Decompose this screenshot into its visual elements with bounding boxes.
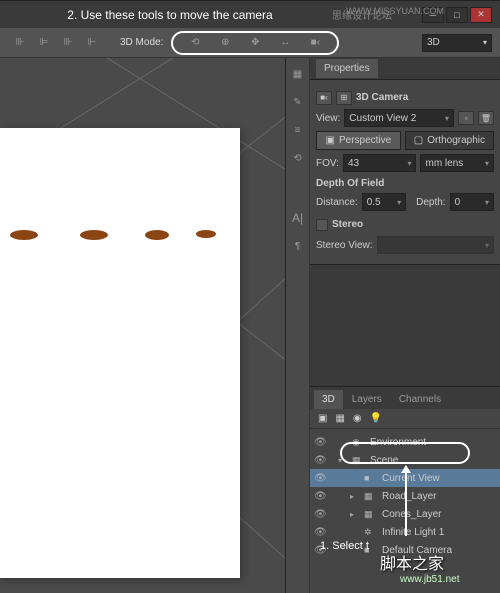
history-icon[interactable]: ⟲ xyxy=(288,150,308,166)
filter-mesh-icon[interactable]: ▦ xyxy=(335,413,344,424)
dof-header: Depth Of Field xyxy=(316,178,494,189)
zoom-icon[interactable]: ■‹ xyxy=(305,35,325,51)
stereo-checkbox[interactable] xyxy=(316,219,328,231)
distribute-icon[interactable]: ⊩ xyxy=(82,35,102,51)
orbit-icon[interactable]: ⟲ xyxy=(185,35,205,51)
maximize-button[interactable]: □ xyxy=(446,7,468,23)
lower-panel-tabs: 3D Layers Channels xyxy=(310,387,500,409)
swatches-icon[interactable]: ▦ xyxy=(288,66,308,82)
watermark-url-top: WWW.MISSYUAN.COM xyxy=(346,6,444,16)
align-center-icon[interactable]: ⊫ xyxy=(34,35,54,51)
orthographic-button[interactable]: ▢Orthographic xyxy=(405,131,494,150)
canvas[interactable] xyxy=(0,58,286,593)
tab-3d[interactable]: 3D xyxy=(314,390,343,409)
watermark-main: 脚本之家 xyxy=(380,550,444,574)
cone-2 xyxy=(80,230,108,240)
tree-item[interactable]: 👁■Current View xyxy=(310,469,500,487)
pan-icon[interactable]: ✥ xyxy=(245,35,265,51)
coords-icon[interactable]: ⊞ xyxy=(336,91,352,105)
mode-label: 3D Mode: xyxy=(120,37,163,48)
depth-input[interactable]: 0 xyxy=(450,193,494,211)
tree-item[interactable]: 👁▸▦Road_Layer xyxy=(310,487,500,505)
align-right-icon[interactable]: ⊪ xyxy=(58,35,78,51)
instruction-text: 2. Use these tools to move the camera xyxy=(8,8,332,22)
tree-item[interactable]: 👁✲Infinite Light 1 xyxy=(310,523,500,541)
properties-tab[interactable]: Properties xyxy=(316,59,378,78)
close-button[interactable]: ✕ xyxy=(470,7,492,23)
slide-icon[interactable]: ↔ xyxy=(275,35,295,51)
depth-label: Depth: xyxy=(416,197,445,208)
tab-layers[interactable]: Layers xyxy=(344,390,390,409)
brush-icon[interactable]: ✎ xyxy=(288,94,308,110)
3d-plane xyxy=(0,128,240,578)
3d-dropdown[interactable]: 3D xyxy=(422,34,492,52)
paragraph-icon[interactable]: ¶ xyxy=(288,238,308,254)
watermark-url: www.jb51.net xyxy=(400,574,459,585)
view-label: View: xyxy=(316,113,340,124)
tree-item[interactable]: 👁▾▦Scene xyxy=(310,451,500,469)
tab-channels[interactable]: Channels xyxy=(391,390,449,409)
view-select[interactable]: Custom View 2 xyxy=(344,109,454,127)
view-save-icon[interactable]: ▫ xyxy=(458,111,474,125)
distance-input[interactable]: 0.5 xyxy=(362,193,406,211)
fov-unit-select[interactable]: mm lens xyxy=(420,154,494,172)
roll-icon[interactable]: ⊕ xyxy=(215,35,235,51)
fov-label: FOV: xyxy=(316,158,339,169)
perspective-button[interactable]: ▣Perspective xyxy=(316,131,401,150)
tree-item[interactable]: 👁◉Environment xyxy=(310,433,500,451)
view-delete-icon[interactable]: 🗑 xyxy=(478,111,494,125)
stereo-label: Stereo xyxy=(332,219,363,230)
fov-input[interactable]: 43 xyxy=(343,154,417,172)
camera-tools-ring: ⟲ ⊕ ✥ ↔ ■‹ xyxy=(171,31,339,55)
vertical-toolbar: ▦ ✎ ≡ ⟲ A| ¶ xyxy=(286,58,310,593)
instruction-bottom: 1. Select t xyxy=(320,540,369,552)
cone-3 xyxy=(145,230,169,240)
type-icon[interactable]: A| xyxy=(288,210,308,226)
filter-material-icon[interactable]: ◉ xyxy=(353,413,362,424)
align-left-icon[interactable]: ⊪ xyxy=(10,35,30,51)
stereo-view-select[interactable] xyxy=(377,236,494,254)
layers-icon[interactable]: ≡ xyxy=(288,122,308,138)
stereo-view-label: Stereo View: xyxy=(316,240,373,251)
panel-title: 3D Camera xyxy=(356,92,408,103)
camera-icon: ■‹ xyxy=(316,91,332,105)
filter-light-icon[interactable]: 💡 xyxy=(370,413,382,424)
filter-scene-icon[interactable]: ▣ xyxy=(318,413,327,424)
distance-label: Distance: xyxy=(316,197,358,208)
tree-item[interactable]: 👁▸▦Cones_Layer xyxy=(310,505,500,523)
cone-4 xyxy=(196,230,216,238)
cone-1 xyxy=(10,230,38,240)
